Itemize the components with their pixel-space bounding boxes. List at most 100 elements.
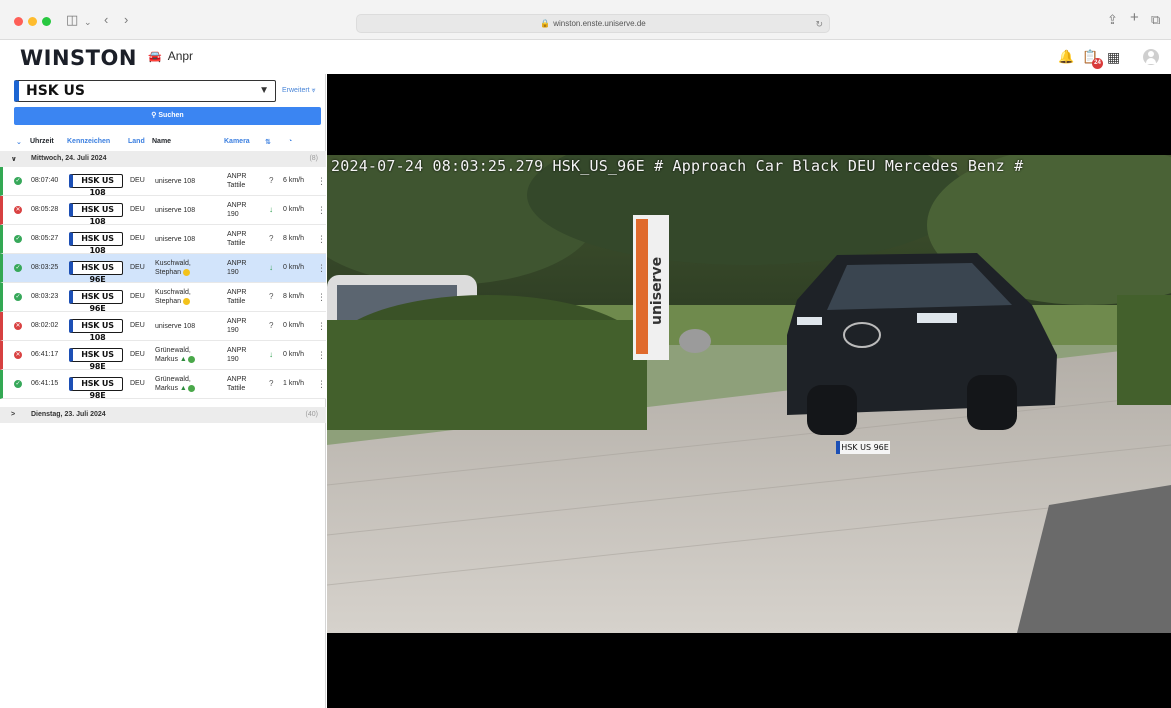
row-speed: 8 km/h — [283, 293, 305, 300]
name-line2: Markus — [155, 385, 178, 392]
arrow-down-icon: ↓ — [269, 263, 273, 272]
search-box: ▼ — [14, 80, 276, 102]
table-header: ⌄ Uhrzeit Kennzeichen Land Name Kamera ⇅… — [0, 134, 326, 150]
tabs-overview-icon[interactable]: ⧉ — [1151, 13, 1160, 27]
camera-line2: 190 — [227, 211, 239, 218]
direction-unknown-icon: ? — [269, 234, 274, 243]
double-chevron-down-icon: ⩔ — [311, 87, 316, 94]
more-vertical-icon[interactable]: ⋮ — [317, 263, 326, 274]
direction-unknown-icon: ? — [269, 292, 274, 301]
name-line1: Grünewald, — [155, 347, 191, 354]
more-vertical-icon[interactable]: ⋮ — [317, 321, 326, 332]
plate-badge: HSK US 98E — [69, 348, 123, 371]
table-row-selected[interactable]: ✓ 08:03:25 HSK US 96E DEU Kuschwald, Step… — [0, 254, 326, 284]
more-vertical-icon[interactable]: ⋮ — [317, 205, 326, 216]
smiley-icon — [183, 268, 191, 276]
table-row[interactable]: ✕ 08:05:28 HSK US 108 DEU uniserve 108 A… — [0, 196, 326, 226]
table-row[interactable]: ✕ 06:41:17 HSK US 98E DEU Grünewald, Mark… — [0, 341, 326, 371]
date-group[interactable]: ∨ Mittwoch, 24. Juli 2024 (8) — [0, 151, 326, 167]
row-name: Grünewald, Markus ▲ — [155, 346, 223, 364]
address-bar[interactable]: 🔒 winston.enste.uniserve.de ↻ — [356, 14, 830, 33]
col-plate[interactable]: Kennzeichen — [67, 138, 110, 145]
reload-icon[interactable]: ↻ — [815, 15, 823, 33]
group-count: (8) — [309, 155, 318, 162]
table-row[interactable]: ✓ 06:41:15 HSK US 98E DEU Grünewald, Mark… — [0, 370, 326, 400]
row-camera: ANPR 190 — [227, 317, 263, 335]
col-name[interactable]: Name — [152, 138, 171, 145]
row-speed: 0 km/h — [283, 264, 305, 271]
row-camera: ANPR 190 — [227, 201, 263, 219]
module-title: 🚘 Anpr — [148, 49, 193, 63]
more-vertical-icon[interactable]: ⋮ — [317, 350, 326, 361]
direction-sort-icon[interactable]: ⇅ — [265, 138, 271, 146]
filter-icon[interactable]: ▼ — [259, 85, 269, 96]
row-country: DEU — [130, 235, 145, 242]
table-row[interactable]: ✓ 08:03:23 HSK US 96E DEU Kuschwald, Step… — [0, 283, 326, 313]
forward-icon[interactable]: › — [124, 13, 128, 27]
row-camera: ANPR Tattile — [227, 288, 263, 306]
sidebar-toggle-icon[interactable]: ◫ — [66, 13, 78, 27]
more-vertical-icon[interactable]: ⋮ — [317, 292, 326, 303]
more-vertical-icon[interactable]: ⋮ — [317, 234, 326, 245]
date-group-collapsed[interactable]: > Dienstag, 23. Juli 2024 (40) — [0, 407, 326, 423]
table-row[interactable]: ✓ 08:05:27 HSK US 108 DEU uniserve 108 A… — [0, 225, 326, 255]
check-icon: ✓ — [14, 264, 22, 272]
check-icon: ✓ — [14, 235, 22, 243]
maximize-window-button[interactable] — [42, 17, 51, 26]
camera-image: uniserve — [327, 155, 1171, 633]
user-avatar[interactable] — [1143, 49, 1159, 65]
back-icon[interactable]: ‹ — [104, 13, 108, 27]
search-button-label: Suchen — [158, 112, 184, 119]
plate-badge: HSK US 108 — [69, 319, 123, 342]
camera-snapshot: uniserve 2024-07-24 08:03:25.279 HSK_US_… — [327, 155, 1171, 633]
camera-plate: HSK US 96E — [836, 441, 890, 454]
new-tab-icon[interactable]: + — [1130, 10, 1139, 25]
camera-line2: 190 — [227, 269, 239, 276]
apps-grid-icon[interactable]: ▦ — [1107, 50, 1120, 64]
advanced-search-link[interactable]: Erweitert ⩔ — [282, 87, 316, 95]
camera-line1: ANPR — [227, 376, 247, 383]
share-icon[interactable]: ⇪ — [1107, 13, 1118, 27]
smiley-icon — [183, 297, 191, 305]
leaf-icon — [187, 355, 195, 363]
row-camera: ANPR Tattile — [227, 230, 263, 248]
group-count: (40) — [305, 411, 318, 418]
minimize-window-button[interactable] — [28, 17, 37, 26]
chevron-right-icon: > — [11, 411, 16, 418]
close-window-button[interactable] — [14, 17, 23, 26]
app-header: WINSTON 🚘 Anpr 🔔 📋 24 ▦ — [0, 40, 1171, 74]
winston-logo[interactable]: WINSTON — [20, 46, 137, 70]
more-vertical-icon[interactable]: ⋮ — [317, 176, 326, 187]
arrow-down-icon: ↓ — [269, 350, 273, 359]
row-camera: ANPR 190 — [227, 346, 263, 364]
row-name: Kuschwald, Stephan — [155, 259, 223, 277]
search-button[interactable]: ⚲ Suchen — [14, 107, 321, 125]
plate-badge: HSK US 108 — [69, 174, 123, 197]
leaf-icon — [187, 384, 195, 392]
table-row[interactable]: ✕ 08:02:02 HSK US 108 DEU uniserve 108 A… — [0, 312, 326, 342]
table-row[interactable]: ✓ 08:07:40 HSK US 108 DEU uniserve 108 A… — [0, 167, 326, 197]
car-icon: 🚘 — [148, 51, 162, 63]
camera-line1: ANPR — [227, 260, 247, 267]
camera-line1: ANPR — [227, 231, 247, 238]
col-time[interactable]: Uhrzeit — [30, 138, 54, 145]
tree-icon: ▲ — [179, 385, 187, 392]
camera-viewer[interactable]: uniserve 2024-07-24 08:03:25.279 HSK_US_… — [327, 74, 1171, 708]
error-icon: ✕ — [14, 206, 22, 214]
bell-icon[interactable]: 🔔 — [1058, 50, 1074, 64]
row-time: 06:41:15 — [31, 380, 59, 387]
row-country: DEU — [130, 177, 145, 184]
chevron-down-icon[interactable]: ⌄ — [84, 15, 92, 29]
results-panel: ▼ Erweitert ⩔ ⚲ Suchen ⌄ Uhrzeit Kennzei… — [0, 74, 326, 708]
more-vertical-icon[interactable]: ⋮ — [317, 379, 326, 390]
camera-line1: ANPR — [227, 347, 247, 354]
row-country: DEU — [130, 351, 145, 358]
name-line2: Stephan — [155, 269, 182, 276]
search-input[interactable] — [19, 81, 249, 101]
row-speed: 8 km/h — [283, 235, 305, 242]
col-country[interactable]: Land — [128, 138, 145, 145]
speedometer-icon[interactable]: ◔ — [288, 138, 292, 145]
sort-desc-icon[interactable]: ⌄ — [16, 138, 22, 146]
col-camera[interactable]: Kamera — [224, 138, 250, 145]
row-country: DEU — [130, 322, 145, 329]
